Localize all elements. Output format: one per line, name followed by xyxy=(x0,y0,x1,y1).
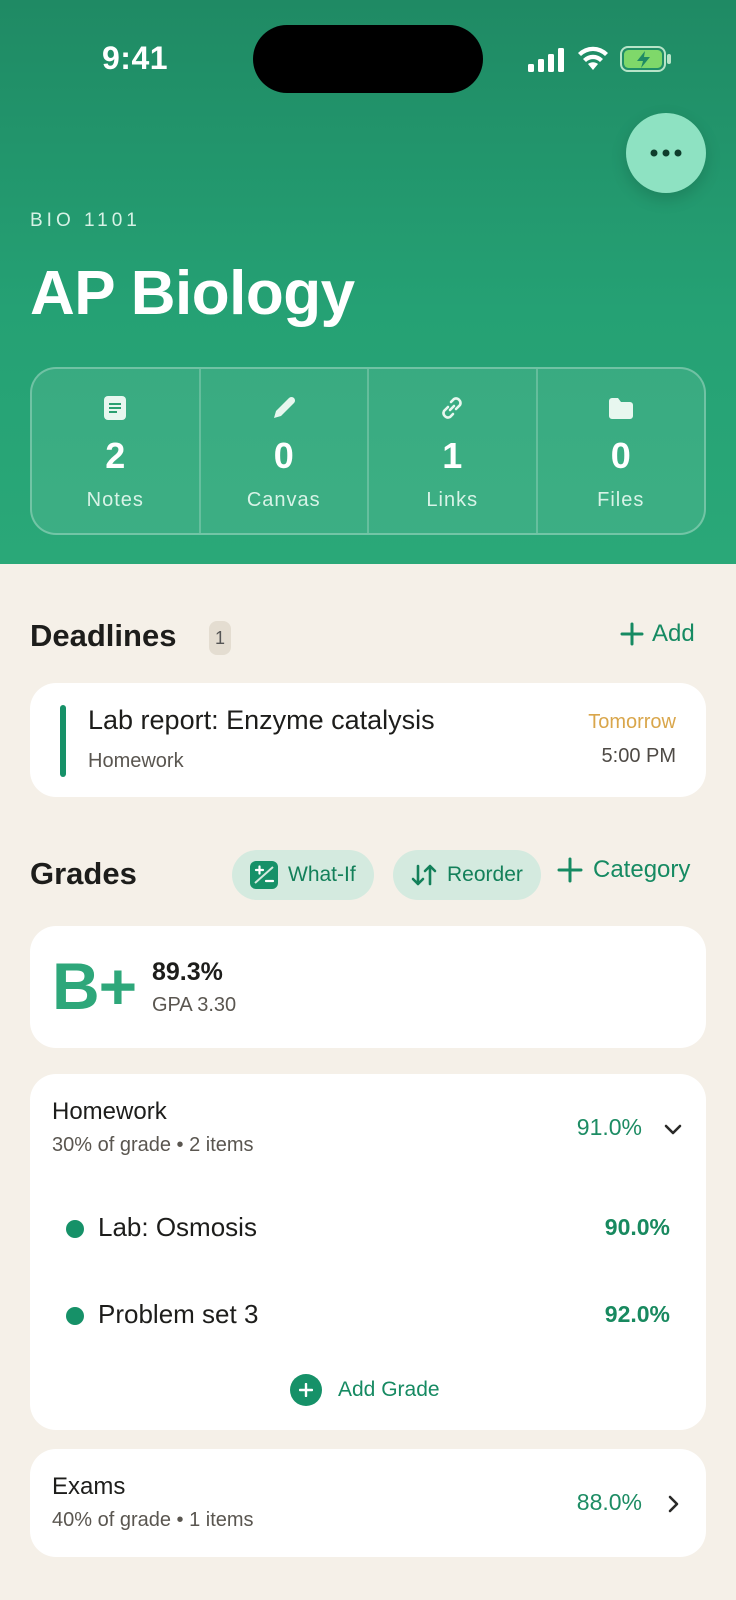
stat-label: Canvas xyxy=(246,489,321,511)
category-percent: 91.0% xyxy=(576,1114,642,1140)
add-deadline-button[interactable]: Add xyxy=(620,620,695,648)
wifi-icon xyxy=(578,46,608,70)
link-icon xyxy=(437,393,467,423)
stat-links[interactable]: 1 Links xyxy=(369,369,538,533)
reorder-arrows-icon xyxy=(411,864,437,886)
course-code: BIO 1101 xyxy=(30,210,141,231)
deadline-accent-bar xyxy=(60,705,66,777)
course-stats: 2 Notes 0 Canvas 1 Links 0 Files xyxy=(30,367,706,535)
deadlines-heading: Deadlines xyxy=(30,618,177,653)
grade-item-dot xyxy=(66,1307,84,1325)
stat-count: 1 xyxy=(442,435,463,476)
stat-files[interactable]: 0 Files xyxy=(538,369,705,533)
deadlines-count-badge: 1 xyxy=(209,621,231,655)
plus-circle-icon xyxy=(290,1374,322,1406)
deadline-due-time: 5:00 PM xyxy=(601,745,676,767)
add-grade-button[interactable]: Add Grade xyxy=(290,1374,440,1406)
what-if-label: What-If xyxy=(288,863,356,886)
grade-item-name: Lab: Osmosis xyxy=(98,1212,257,1242)
grade-item[interactable]: Problem set 3 92.0% xyxy=(66,1295,670,1335)
grade-item-dot xyxy=(66,1220,84,1238)
stat-label: Links xyxy=(426,489,479,511)
grade-item-value: 92.0% xyxy=(604,1301,670,1327)
stat-count: 2 xyxy=(105,435,126,476)
stat-label: Files xyxy=(597,489,645,511)
grades-heading: Grades xyxy=(30,856,137,891)
reorder-button[interactable]: Reorder xyxy=(393,850,541,900)
add-category-label: Category xyxy=(593,856,691,883)
category-name: Homework xyxy=(52,1098,167,1125)
grade-item-value: 90.0% xyxy=(604,1214,670,1240)
plus-icon xyxy=(620,622,644,646)
stat-count: 0 xyxy=(273,435,294,476)
add-deadline-label: Add xyxy=(652,620,695,647)
status-bar: 9:41 xyxy=(0,0,736,110)
add-category-button[interactable]: Category xyxy=(557,856,690,884)
status-time: 9:41 xyxy=(102,40,169,76)
category-name: Exams xyxy=(52,1473,126,1500)
battery-icon xyxy=(620,46,671,72)
folder-icon xyxy=(607,393,635,423)
course-title: AP Biology xyxy=(30,259,355,328)
add-grade-label: Add Grade xyxy=(338,1378,440,1401)
deadline-card[interactable]: Lab report: Enzyme catalysis Homework To… xyxy=(30,683,706,797)
note-icon xyxy=(103,393,127,423)
overall-percent: 89.3% xyxy=(152,958,223,986)
category-percent: 88.0% xyxy=(576,1489,642,1515)
letter-grade: B+ xyxy=(52,949,137,1023)
course-header: 9:41 BIO 1101 AP Biology 2 Notes 0 Canva… xyxy=(0,0,736,564)
gpa-value: GPA 3.30 xyxy=(152,994,237,1016)
stat-notes[interactable]: 2 Notes xyxy=(32,369,201,533)
ellipsis-icon xyxy=(650,149,682,157)
pencil-icon xyxy=(270,393,298,423)
grade-summary-card: B+ 89.3% GPA 3.30 xyxy=(30,926,706,1048)
dynamic-island xyxy=(253,25,483,93)
stat-count: 0 xyxy=(610,435,631,476)
what-if-button[interactable]: What-If xyxy=(232,850,374,900)
stat-label: Notes xyxy=(86,489,144,511)
plus-icon xyxy=(557,857,583,883)
plus-minus-icon xyxy=(250,861,278,889)
category-meta: 40% of grade • 1 items xyxy=(52,1509,254,1531)
reorder-label: Reorder xyxy=(447,863,523,886)
deadline-due-day: Tomorrow xyxy=(588,711,676,733)
grade-category-homework: Homework 30% of grade • 2 items 91.0% La… xyxy=(30,1074,706,1430)
grade-category-exams[interactable]: Exams 40% of grade • 1 items 88.0% xyxy=(30,1449,706,1557)
deadline-title: Lab report: Enzyme catalysis xyxy=(88,705,435,735)
deadline-category: Homework xyxy=(88,750,184,772)
chevron-right-icon xyxy=(668,1495,679,1513)
signal-icon xyxy=(528,48,564,72)
more-options-button[interactable] xyxy=(626,113,706,193)
chevron-down-icon xyxy=(664,1124,682,1135)
stat-canvas[interactable]: 0 Canvas xyxy=(201,369,369,533)
grade-item[interactable]: Lab: Osmosis 90.0% xyxy=(66,1208,670,1248)
category-header[interactable]: Homework 30% of grade • 2 items 91.0% xyxy=(30,1074,706,1184)
category-meta: 30% of grade • 2 items xyxy=(52,1134,254,1156)
grade-item-name: Problem set 3 xyxy=(98,1299,259,1329)
